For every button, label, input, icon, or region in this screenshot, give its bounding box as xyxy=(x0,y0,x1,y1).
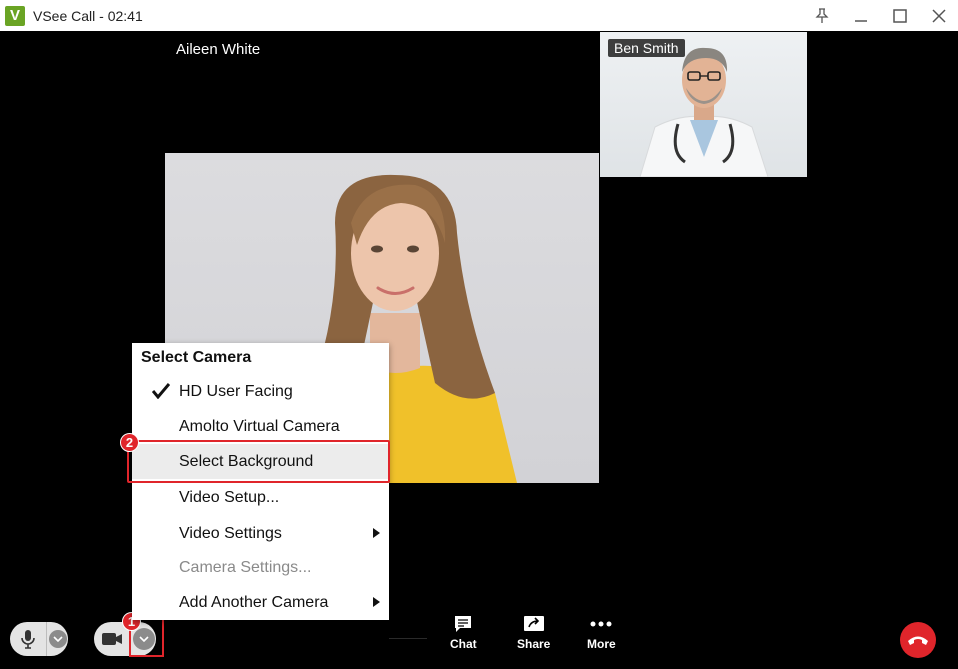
share-screen-icon xyxy=(523,616,544,631)
minimize-icon xyxy=(854,19,867,22)
share-button[interactable]: Share xyxy=(517,614,550,651)
pin-icon xyxy=(814,7,829,23)
menu-item-camera-settings: Camera Settings... xyxy=(132,550,389,585)
close-icon xyxy=(931,8,946,23)
menu-item-label: Amolto Virtual Camera xyxy=(179,417,340,435)
microphone-control xyxy=(10,622,68,656)
more-label: More xyxy=(587,637,616,651)
window-title: VSee Call - 02:41 xyxy=(33,7,143,24)
mute-button[interactable] xyxy=(10,622,46,656)
maximize-button[interactable] xyxy=(880,0,919,31)
chat-button[interactable]: Chat xyxy=(450,614,477,651)
pin-button[interactable] xyxy=(802,0,841,31)
maximize-icon xyxy=(892,8,907,23)
checkmark-icon xyxy=(152,383,170,399)
menu-item-label: Video Settings xyxy=(179,524,282,542)
more-dots-icon xyxy=(590,621,612,627)
phone-hangup-icon xyxy=(908,636,928,645)
close-button[interactable] xyxy=(919,0,958,31)
main-participant-name: Aileen White xyxy=(176,41,261,58)
microphone-options-button[interactable] xyxy=(47,622,68,656)
submenu-arrow-icon xyxy=(373,528,380,538)
select-background-highlight xyxy=(127,440,390,483)
video-camera-icon xyxy=(102,633,122,645)
divider xyxy=(389,638,427,639)
more-button[interactable]: More xyxy=(587,614,616,651)
chat-icon xyxy=(455,616,472,632)
step-2-badge: 2 xyxy=(120,433,139,452)
menu-item-label: Video Setup... xyxy=(179,488,280,506)
menu-item-amolto-virtual-camera[interactable]: Amolto Virtual Camera xyxy=(132,409,389,444)
menu-item-label: HD User Facing xyxy=(179,382,293,400)
menu-item-label: Camera Settings... xyxy=(179,558,312,576)
submenu-arrow-icon xyxy=(373,597,380,607)
thumbnail-video-tile[interactable]: Ben Smith xyxy=(600,32,807,177)
menu-header: Select Camera xyxy=(141,349,252,366)
title-bar: V VSee Call - 02:41 xyxy=(0,0,958,31)
menu-item-label: Add Another Camera xyxy=(179,593,329,611)
menu-item-hd-user-facing[interactable]: HD User Facing xyxy=(132,374,389,409)
share-label: Share xyxy=(517,637,551,651)
vsee-logo-icon: V xyxy=(5,5,25,26)
microphone-icon xyxy=(21,630,35,649)
hang-up-button[interactable] xyxy=(900,622,936,658)
chevron-down-icon xyxy=(48,630,67,648)
menu-item-video-settings[interactable]: Video Settings xyxy=(132,516,389,551)
window-controls xyxy=(802,0,958,31)
chat-label: Chat xyxy=(450,637,477,651)
thumbnail-participant-name: Ben Smith xyxy=(608,39,685,57)
menu-item-add-another-camera[interactable]: Add Another Camera xyxy=(132,585,389,620)
menu-item-video-setup[interactable]: Video Setup... xyxy=(132,480,389,515)
minimize-button[interactable] xyxy=(841,0,880,31)
